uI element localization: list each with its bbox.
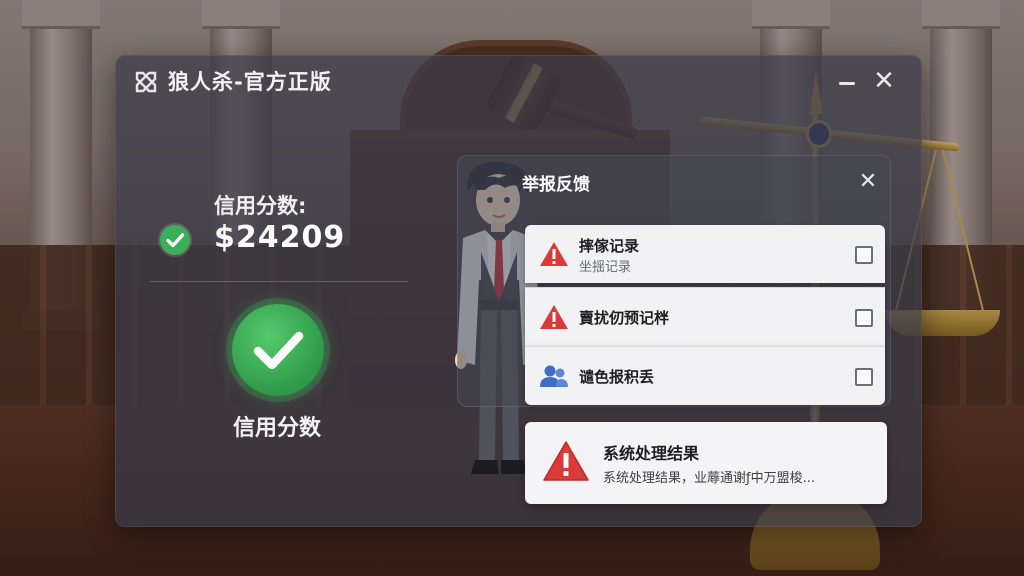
close-window-button[interactable]: ✕ (871, 68, 897, 94)
check-circle-icon (160, 225, 190, 255)
option-title: 谴色报积丢 (579, 368, 655, 386)
dialog-title: 举报反馈 (522, 175, 590, 195)
result-description: 系统处理结果，业蓐通谢ƒ中万盟梭... (603, 471, 815, 486)
option-checkbox[interactable] (855, 368, 873, 386)
warning-icon (540, 242, 568, 266)
warning-icon (540, 305, 568, 329)
option-checkbox[interactable] (855, 246, 873, 264)
option-subtitle: 坐揺记录 (579, 260, 632, 275)
credit-score-label: 信用分数 (233, 416, 322, 441)
window-title: 狼人杀-官方正版 (168, 70, 332, 94)
report-option[interactable]: 谴色报积丢 (525, 346, 885, 405)
result-title: 系统处理结果 (603, 444, 700, 463)
minimize-button[interactable] (834, 70, 860, 96)
system-result-card: 系统处理结果 系统处理结果，业蓐通谢ƒ中万盟梭... (525, 422, 887, 504)
large-check-circle-icon (232, 304, 324, 396)
close-dialog-button[interactable]: ✕ (856, 170, 880, 194)
users-icon (540, 365, 568, 387)
divider (150, 281, 408, 282)
option-title: 賣扰仞预记柈 (579, 309, 670, 327)
title-bar: 狼人杀-官方正版 ✕ (116, 56, 921, 108)
option-checkbox[interactable] (855, 309, 873, 327)
option-title: 摔傢记录 (579, 237, 640, 255)
warning-icon (543, 441, 589, 481)
report-option[interactable]: 摔傢记录 坐揺记录 (525, 225, 885, 283)
credit-score-heading: 信用分数: (214, 194, 307, 218)
credit-score-value: $24209 (214, 220, 346, 255)
report-option[interactable]: 賣扰仞预记柈 (525, 287, 885, 346)
crossed-swords-icon (135, 71, 157, 93)
